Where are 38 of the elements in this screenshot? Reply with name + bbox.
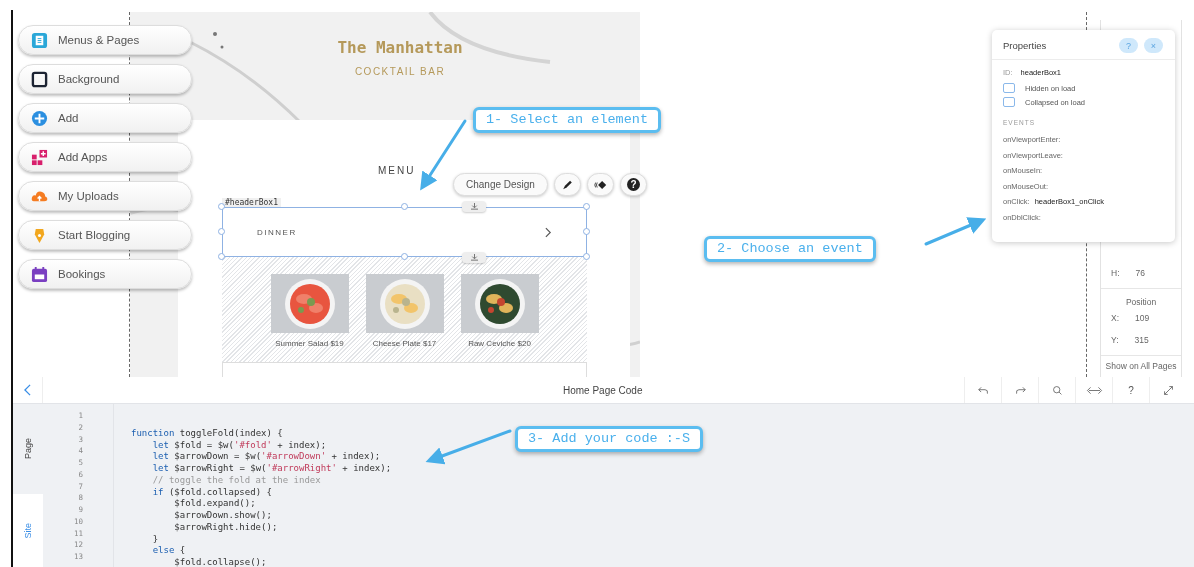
expand-icon	[1162, 384, 1174, 396]
code-line: $fold.expand();	[173, 498, 256, 509]
code-line: // toggle the fold at the index	[151, 474, 321, 485]
undo-icon	[977, 384, 989, 396]
search-icon	[1051, 384, 1063, 396]
callout-label: 3- Add your code :-S	[515, 426, 704, 452]
checkbox[interactable]	[1003, 83, 1015, 93]
checkbox[interactable]	[1003, 97, 1015, 107]
height-value[interactable]: 76	[1135, 267, 1145, 278]
code-line: else {	[151, 545, 186, 556]
add-icon	[31, 109, 48, 127]
code-line: if ($fold.collapsed) {	[151, 486, 272, 497]
code-line: let $arrowRight = $w('#arrowRight' + index);	[151, 463, 392, 473]
x-value[interactable]: 109	[1135, 312, 1150, 323]
height-label: H:	[1111, 267, 1120, 278]
redo-icon	[1014, 384, 1026, 396]
callout-label: 2- Choose an event	[704, 236, 876, 262]
show-on-all-pages-button[interactable]: Show on All Pages	[1101, 355, 1181, 375]
code-line: function toggleFold(index) {	[131, 427, 283, 438]
code-line: $fold.collapse();	[173, 557, 267, 567]
code-line: $arrowDown.show();	[173, 510, 272, 520]
code-panel-title: Home Page Code	[563, 384, 643, 396]
y-value[interactable]: 315	[1134, 334, 1149, 345]
pages-icon	[31, 31, 48, 49]
code-icon	[1085, 384, 1103, 396]
apps-icon	[31, 148, 48, 166]
bookings-icon	[31, 265, 48, 283]
code-line: }	[151, 533, 159, 544]
panel-title: Properties	[1003, 40, 1048, 51]
code-line: $arrowRight.hide();	[173, 521, 278, 532]
background-icon	[31, 70, 48, 88]
code-line: let $fold = $w('#fold' + index);	[151, 439, 327, 450]
code-line: let $arrowDown = $w('#arrowDown' + index);	[151, 451, 381, 462]
x-label: X:	[1111, 312, 1120, 323]
y-label: Y:	[1111, 334, 1119, 345]
callout-arrow	[924, 217, 987, 246]
position-heading: Position	[1124, 295, 1158, 307]
back-icon	[24, 384, 31, 396]
